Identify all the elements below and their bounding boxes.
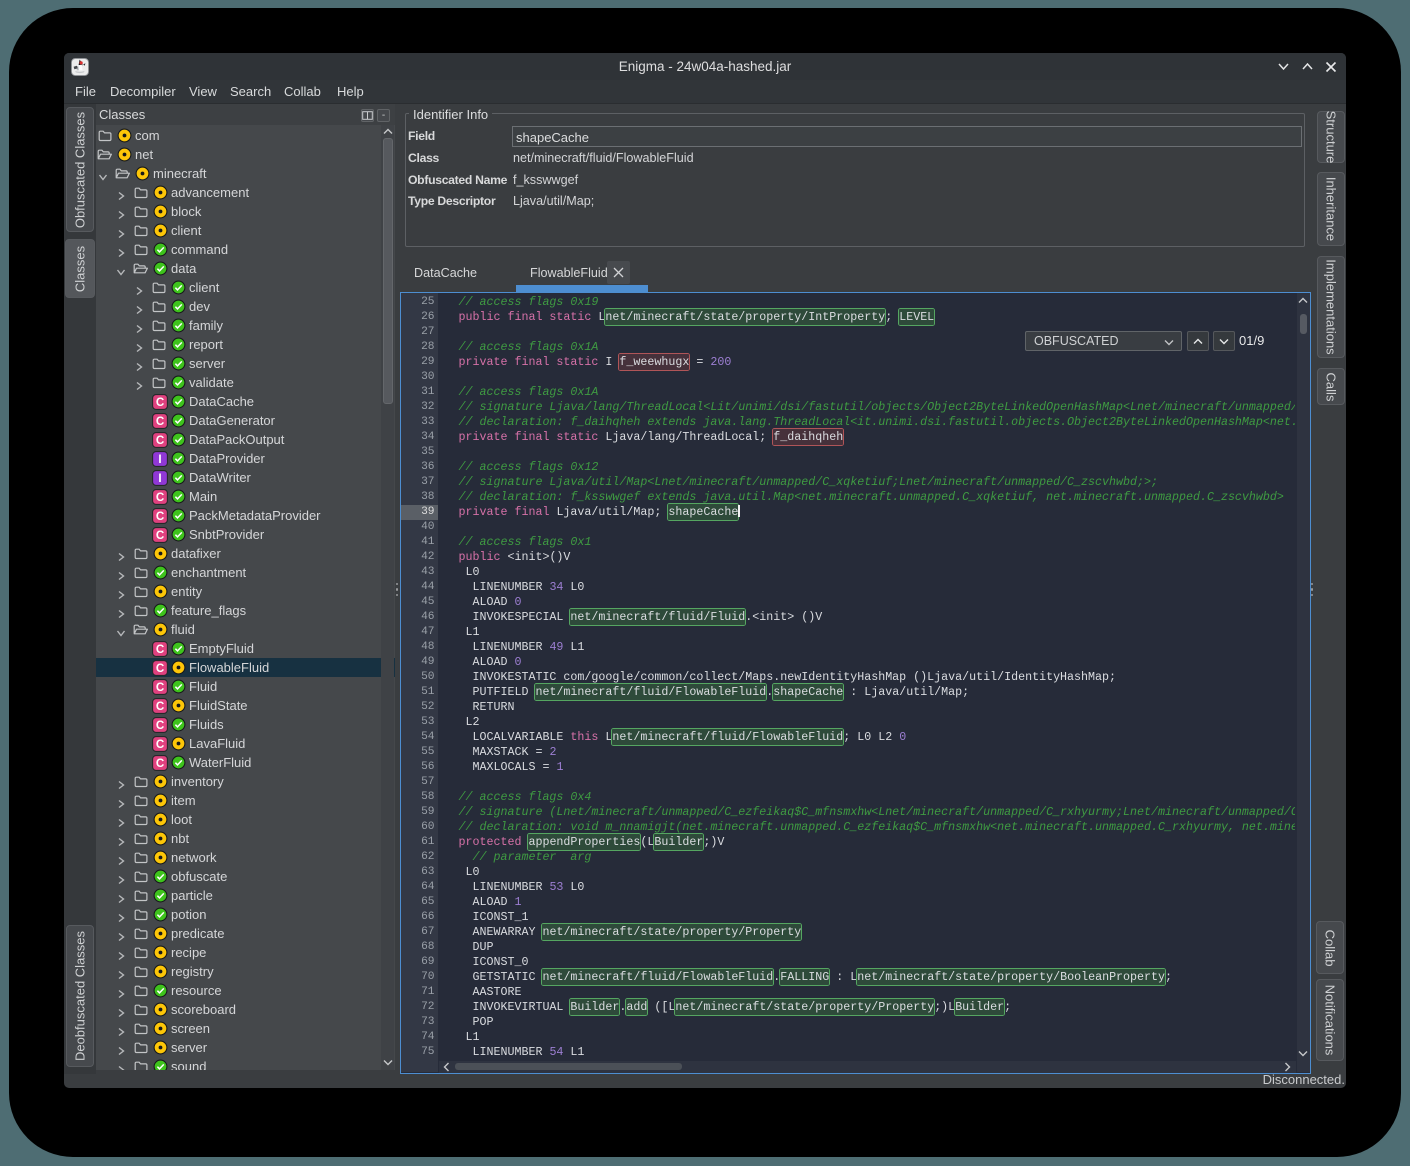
svg-text:C: C	[156, 738, 165, 751]
svg-text:I: I	[158, 453, 161, 466]
svg-text:C: C	[156, 662, 165, 675]
svg-text:C: C	[156, 681, 165, 694]
svg-text:C: C	[156, 700, 165, 713]
svg-text:C: C	[156, 757, 165, 770]
svg-text:C: C	[156, 396, 165, 409]
svg-text:C: C	[156, 719, 165, 732]
svg-text:C: C	[156, 643, 165, 656]
svg-text:C: C	[156, 415, 165, 428]
svg-text:C: C	[156, 529, 165, 542]
svg-text:C: C	[156, 434, 165, 447]
svg-text:C: C	[156, 510, 165, 523]
svg-text:I: I	[158, 472, 161, 485]
svg-text:C: C	[156, 491, 165, 504]
